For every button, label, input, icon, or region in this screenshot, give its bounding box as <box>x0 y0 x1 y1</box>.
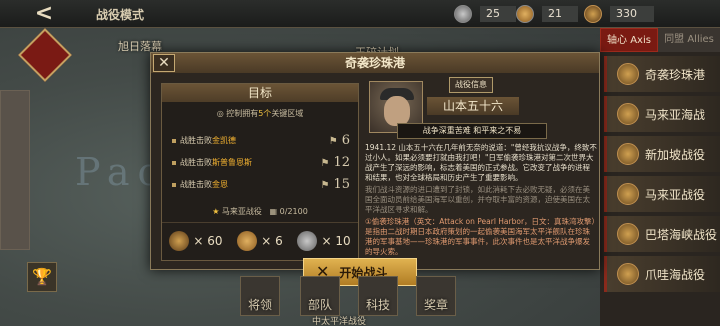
flag-icon: ⚑ <box>320 158 330 169</box>
battle-medal-icon <box>617 223 639 245</box>
resource-value: 25 <box>480 6 516 22</box>
reward-item: × 10 <box>297 230 351 251</box>
medal-silver-icon <box>297 230 318 251</box>
battle-dialog: 奇袭珍珠港 ✕ 目标 ◎ 控制拥有5个关键区域 战胜击败金凯德 ⚑ 6 战胜击败斯… <box>150 52 600 270</box>
chest-icon: ▦ <box>269 207 278 216</box>
reward-item: × 6 <box>237 230 283 251</box>
medal-silver-icon <box>454 5 472 23</box>
tab-axis[interactable]: 轴心 Axis <box>600 28 658 52</box>
trophy-icon[interactable]: 🏆 <box>27 262 57 292</box>
battle-medal-icon <box>617 143 639 165</box>
nav-troops[interactable]: 部队 <box>300 276 340 316</box>
objective-row: 战胜击败斯普鲁恩斯 ⚑ 12 <box>162 153 358 173</box>
close-button[interactable]: ✕ <box>153 54 175 72</box>
battle-medal-icon <box>617 263 639 285</box>
desc-paragraph: ①偷袭珍珠港（英文：Attack on Pearl Harbor，日文：真珠湾攻… <box>365 217 596 256</box>
top-bar: < 战役模式 25 21 330 <box>0 0 720 28</box>
tab-allies[interactable]: 同盟 Allies <box>658 28 720 52</box>
star-medal-icon <box>584 5 602 23</box>
nav-tech[interactable]: 科技 <box>358 276 398 316</box>
objectives-title: 目标 <box>162 84 358 102</box>
desc-paragraph: 我们战斗资源的进口遭到了封锁，如此消耗下去必败无疑，必须在美国全面动员前给美国海… <box>365 185 590 214</box>
battle-name: 爪哇海战役 <box>645 267 706 282</box>
reward-item: × 60 <box>169 230 223 251</box>
resource-silver: 25 <box>454 4 516 24</box>
battle-info-button[interactable]: 战役信息 <box>449 77 493 93</box>
battle-progress: ★ 马来亚战役 ▦ 0/2100 <box>212 207 308 216</box>
star-medal-icon <box>169 230 190 251</box>
battle-name: 奇袭珍珠港 <box>645 67 706 82</box>
objectives-panel: 目标 ◎ 控制拥有5个关键区域 战胜击败金凯德 ⚑ 6 战胜击败斯普鲁恩斯 ⚑ 12… <box>161 83 359 261</box>
resource-star: 330 <box>584 4 654 24</box>
battle-item[interactable]: 马来亚海战 <box>604 96 720 132</box>
target-icon: ◎ <box>216 109 224 118</box>
star-icon: ★ <box>212 207 220 216</box>
nav-medals[interactable]: 奖章 <box>416 276 456 316</box>
map-landmass <box>0 90 30 250</box>
medal-gold-icon <box>237 230 258 251</box>
battle-item[interactable]: 巴塔海峡战役 <box>604 216 720 252</box>
battle-medal-icon <box>617 183 639 205</box>
battle-description: 1941.12 山本五十六在几年前无奈的说道："曾经我抗议战争，终致不过小人。如… <box>365 143 597 263</box>
commander-motto: 战争深重苦难 和平来之不易 <box>397 123 547 139</box>
battle-name: 新加坡战役 <box>645 147 706 162</box>
battle-item[interactable]: 奇袭珍珠港 <box>604 56 720 92</box>
objective-list: 战胜击败金凯德 ⚑ 6 战胜击败斯普鲁恩斯 ⚑ 12 战胜击败金恩 ⚑ 15 <box>162 131 358 195</box>
resource-value: 330 <box>610 6 654 22</box>
commander-name: 山本五十六 <box>427 97 519 115</box>
objective-row: 战胜击败金凯德 ⚑ 6 <box>162 131 358 151</box>
back-button[interactable]: < <box>30 2 58 26</box>
flag-icon: ⚑ <box>328 136 338 147</box>
medal-gold-icon <box>516 5 534 23</box>
battle-list-panel: 轴心 Axis 同盟 Allies 奇袭珍珠港 马来亚海战 新加坡战役 马来亚战… <box>600 28 720 326</box>
resource-gold: 21 <box>516 4 578 24</box>
battle-medal-icon <box>617 103 639 125</box>
battle-medal-icon <box>617 63 639 85</box>
nav-generals[interactable]: 将领 <box>240 276 280 316</box>
faction-tabs: 轴心 Axis 同盟 Allies <box>600 28 720 52</box>
dialog-title: 奇袭珍珠港 <box>151 53 599 73</box>
reward-row: × 60 × 6 × 10 <box>162 222 358 258</box>
desc-paragraph: 1941.12 山本五十六在几年前无奈的说道："曾经我抗议战争，终致不过小人。如… <box>365 143 597 182</box>
battle-item[interactable]: 马来亚战役 <box>604 176 720 212</box>
flag-icon: ⚑ <box>320 180 330 191</box>
battle-item[interactable]: 爪哇海战役 <box>604 256 720 292</box>
battle-name: 马来亚海战 <box>645 107 706 122</box>
battle-name: 巴塔海峡战役 <box>645 227 718 242</box>
objective-row: 战胜击败金恩 ⚑ 15 <box>162 175 358 195</box>
resource-value: 21 <box>542 6 578 22</box>
battle-name: 马来亚战役 <box>645 187 706 202</box>
page-title: 战役模式 <box>96 8 145 22</box>
objectives-subtitle: ◎ 控制拥有5个关键区域 <box>216 109 304 118</box>
battle-item[interactable]: 新加坡战役 <box>604 136 720 172</box>
